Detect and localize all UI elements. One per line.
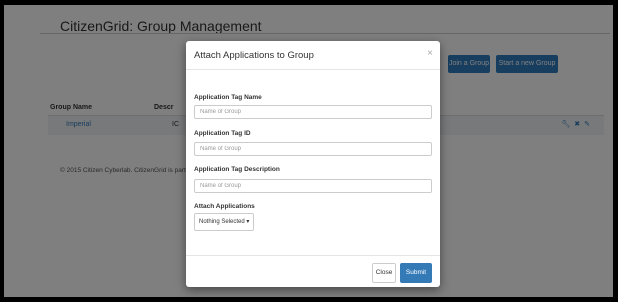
close-icon[interactable]: × — [427, 48, 433, 59]
submit-button[interactable]: Submit — [400, 263, 432, 283]
attach-applications-label: Attach Applications — [194, 203, 255, 210]
modal-footer-divider — [186, 255, 440, 256]
modal-title: Attach Applications to Group — [194, 50, 314, 61]
modal-header: Attach Applications to Group × — [186, 41, 440, 70]
tag-description-input[interactable] — [194, 179, 432, 193]
browser-viewport: CitizenGrid: Group Management Join a Gro… — [4, 5, 613, 297]
close-button[interactable]: Close — [372, 263, 396, 283]
tag-description-label: Application Tag Description — [194, 166, 280, 173]
tag-id-label: Application Tag ID — [194, 130, 251, 137]
tag-name-input[interactable] — [194, 105, 432, 119]
tag-name-label: Application Tag Name — [194, 94, 262, 101]
attach-applications-modal: Attach Applications to Group × Applicati… — [186, 41, 440, 287]
applications-dropdown[interactable]: Nothing Selected ▾ — [194, 213, 255, 231]
tag-id-input[interactable] — [194, 142, 432, 156]
